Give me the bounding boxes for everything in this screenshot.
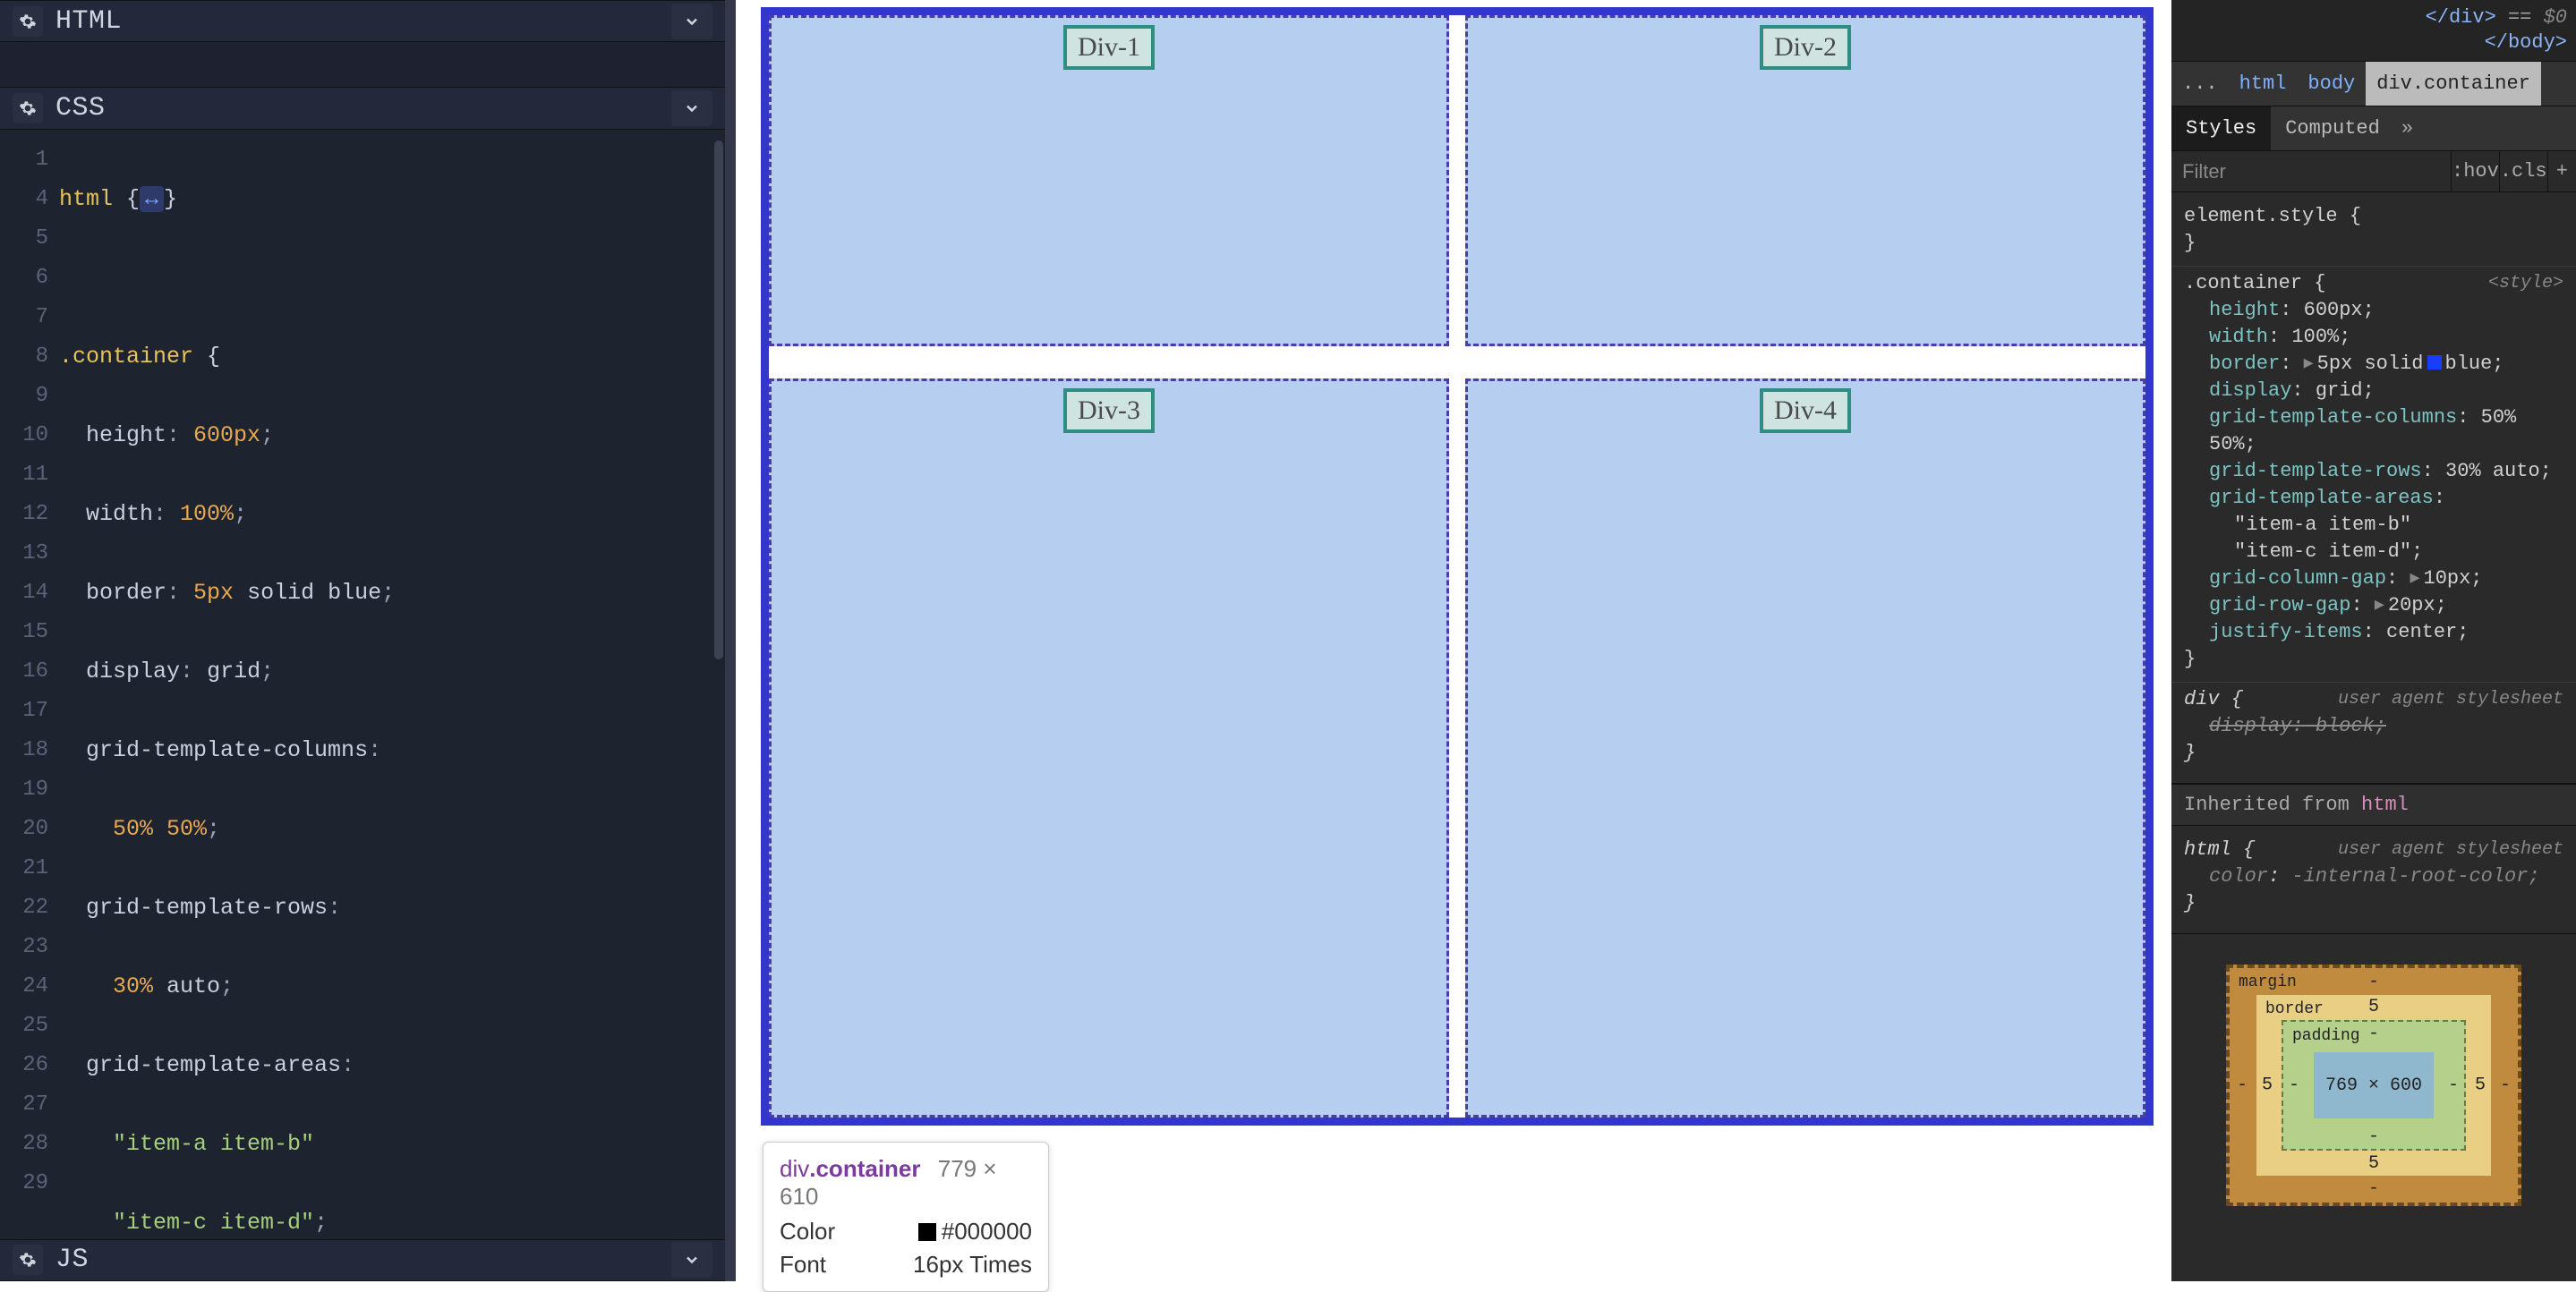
tab-styles[interactable]: Styles	[2171, 106, 2271, 150]
gear-icon[interactable]	[13, 93, 43, 123]
html-panel-header[interactable]: HTML	[0, 0, 725, 42]
breadcrumb-item-body[interactable]: body	[2297, 62, 2366, 106]
html-panel-title: HTML	[55, 6, 122, 37]
line-gutter: 1 4 5 6 7 8 9 10 11 12 13 14 15 16 17 18…	[0, 130, 59, 1239]
gear-icon[interactable]	[13, 6, 43, 37]
fold-icon[interactable]: ↔	[140, 186, 164, 212]
grid-cell-2[interactable]: Div-2	[1465, 15, 2145, 346]
grid-container[interactable]: Div-1 Div-2 Div-3 Div-4	[761, 7, 2154, 1126]
html-panel-body[interactable]	[0, 42, 725, 87]
rule-html-ua[interactable]: user agent stylesheet html { color: -int…	[2171, 833, 2576, 926]
rule-container[interactable]: <style> .container { height: 600px; widt…	[2171, 267, 2576, 683]
chevron-down-icon[interactable]	[671, 1242, 712, 1278]
styles-tabs: Styles Computed »	[2171, 106, 2576, 151]
gear-icon[interactable]	[13, 1245, 43, 1275]
cell-label: Div-4	[1760, 388, 1851, 433]
cell-label: Div-3	[1063, 388, 1155, 433]
chevron-down-icon[interactable]	[671, 90, 712, 126]
code-area[interactable]: html {↔} .container { height: 600px; wid…	[59, 130, 714, 1239]
breadcrumb[interactable]: ... html body div.container	[2171, 62, 2576, 106]
grid-cell-4[interactable]: Div-4	[1465, 378, 2145, 1118]
scrollbar-thumb[interactable]	[714, 140, 723, 659]
box-model-content: 769 × 600	[2314, 1052, 2434, 1118]
hov-toggle[interactable]: :hov	[2451, 151, 2499, 191]
breadcrumb-item-container[interactable]: div.container	[2366, 62, 2541, 106]
cls-toggle[interactable]: .cls	[2499, 151, 2547, 191]
cell-label: Div-2	[1760, 25, 1851, 70]
more-tabs-icon[interactable]: »	[2401, 117, 2413, 140]
css-panel-header[interactable]: CSS	[0, 87, 725, 129]
color-swatch-icon[interactable]	[2427, 355, 2442, 370]
preview-frame[interactable]: Div-1 Div-2 Div-3 Div-4	[761, 7, 2154, 1126]
grid-cell-3[interactable]: Div-3	[769, 378, 1449, 1118]
js-panel-title: JS	[55, 1245, 89, 1275]
tab-computed[interactable]: Computed	[2271, 106, 2394, 150]
breadcrumb-item-html[interactable]: html	[2229, 62, 2298, 106]
devtools-panel: </div> == $0 </body> ... html body div.c…	[2171, 0, 2576, 1281]
cell-label: Div-1	[1063, 25, 1155, 70]
preview-column: Div-1 Div-2 Div-3 Div-4 div.container 77…	[725, 0, 2171, 1281]
chevron-down-icon[interactable]	[671, 4, 712, 39]
js-panel-header[interactable]: JS	[0, 1239, 725, 1281]
css-panel-title: CSS	[55, 93, 106, 123]
css-panel-body[interactable]: 1 4 5 6 7 8 9 10 11 12 13 14 15 16 17 18…	[0, 130, 725, 1239]
editor-column: HTML CSS 1 4 5 6 7 8 9 10 11 12 13 14 15	[0, 0, 725, 1281]
rule-element-style[interactable]: element.style { }	[2171, 200, 2576, 267]
styles-list-inherited[interactable]: user agent stylesheet html { color: -int…	[2171, 826, 2576, 934]
box-model[interactable]: margin - - - - border 5 5 5 5 padding - …	[2171, 934, 2576, 1281]
styles-filter-bar: :hov .cls +	[2171, 151, 2576, 192]
elements-snippet[interactable]: </div> == $0 </body>	[2171, 0, 2576, 62]
color-swatch-icon	[918, 1223, 936, 1241]
rule-div-ua[interactable]: user agent stylesheet div { display: blo…	[2171, 683, 2576, 776]
filter-input[interactable]	[2171, 151, 2451, 191]
grid-cell-1[interactable]: Div-1	[769, 15, 1449, 346]
new-rule-icon[interactable]: +	[2547, 151, 2576, 191]
styles-list[interactable]: element.style { } <style> .container { h…	[2171, 192, 2576, 784]
inspect-tooltip: div.container 779 × 610 Color #000000 Fo…	[763, 1142, 1049, 1292]
breadcrumb-overflow[interactable]: ...	[2171, 62, 2229, 106]
inherited-header: Inherited from html	[2171, 784, 2576, 826]
